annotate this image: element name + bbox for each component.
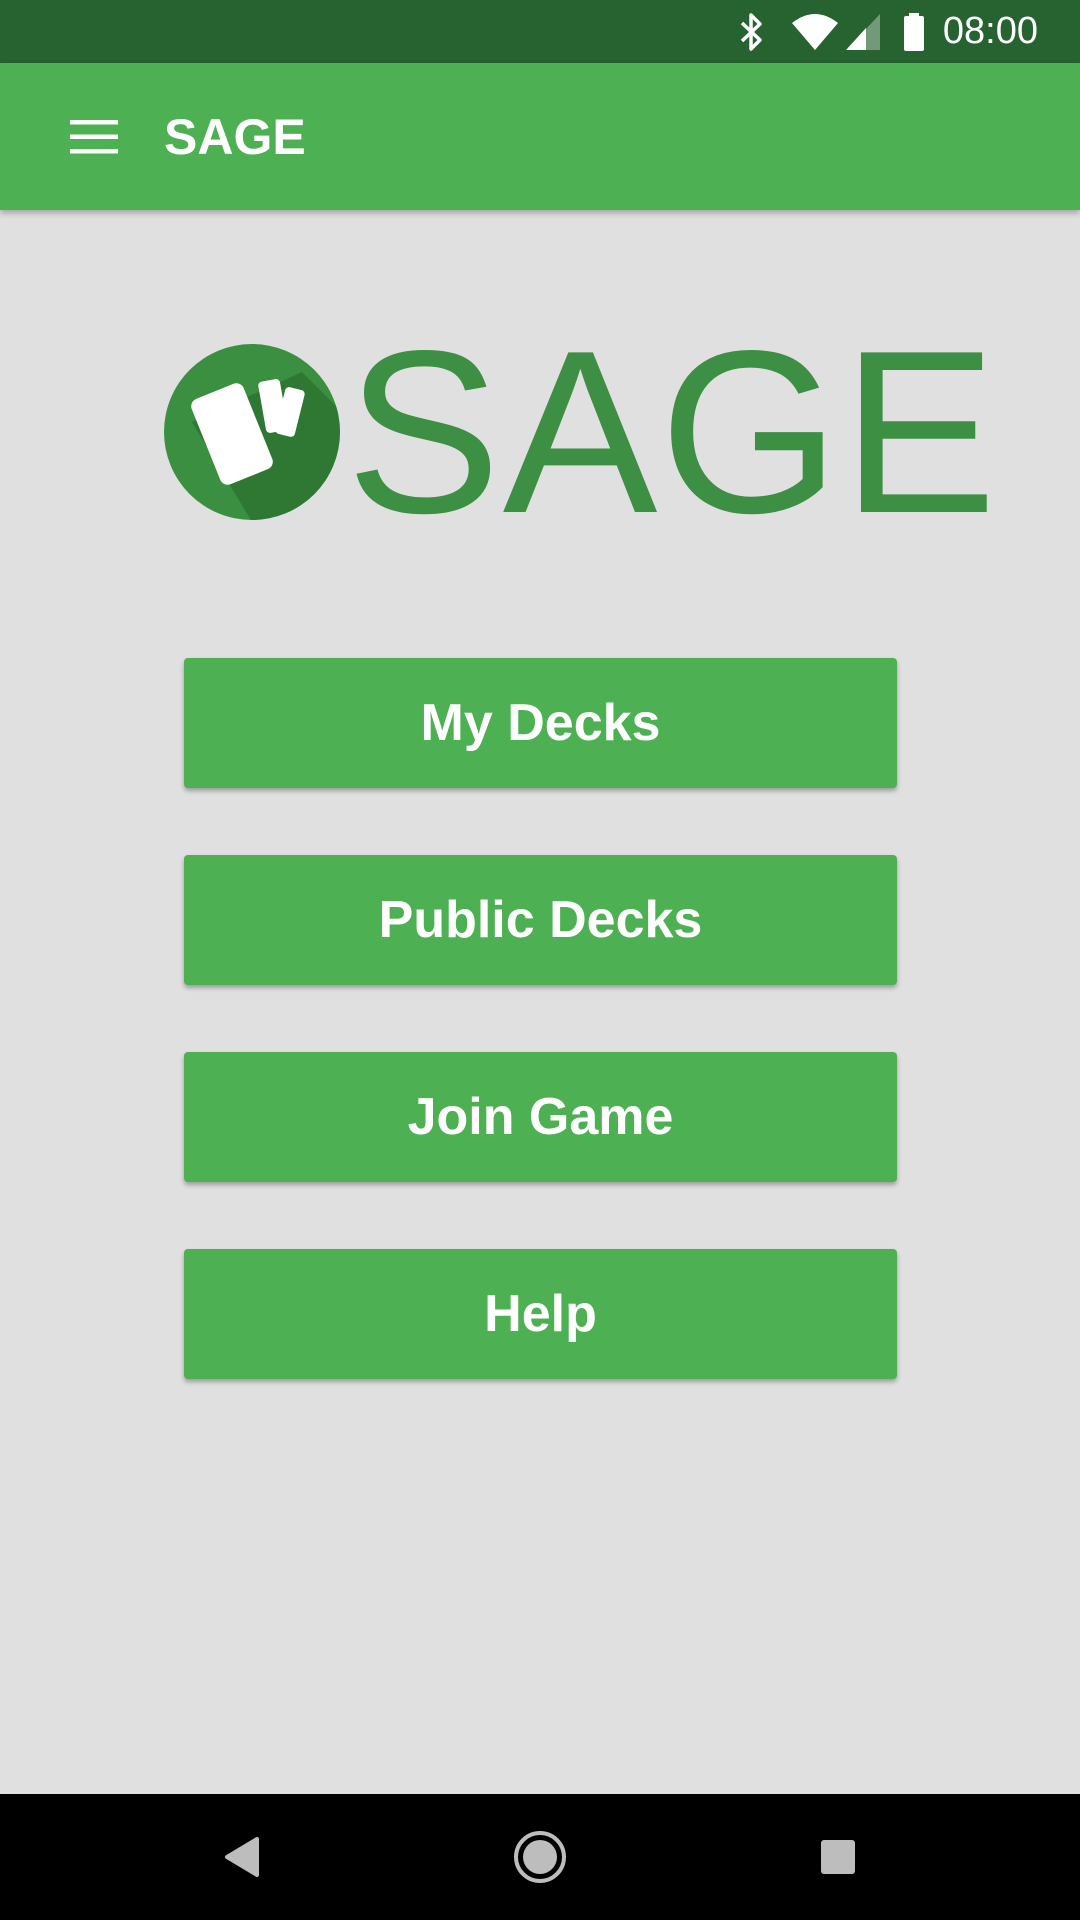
navigation-bar (0, 1794, 1080, 1920)
cell-signal-icon (845, 13, 881, 51)
bluetooth-icon (739, 12, 763, 52)
back-icon[interactable] (206, 1824, 276, 1890)
logo-text: SAGE (346, 303, 999, 562)
status-icons: 08:00 (739, 0, 1080, 63)
cards-logo-icon (164, 344, 340, 520)
hamburger-menu-icon[interactable] (60, 107, 128, 167)
battery-icon (903, 12, 925, 52)
app-bar: SAGE (0, 63, 1080, 210)
main-content: SAGE My Decks Public Decks Join Game Hel… (0, 210, 1080, 1794)
help-button[interactable]: Help (184, 1249, 897, 1379)
public-decks-button[interactable]: Public Decks (184, 855, 897, 985)
my-decks-button[interactable]: My Decks (184, 658, 897, 788)
status-bar: 08:00 (0, 0, 1080, 63)
status-time: 08:00 (942, 10, 1038, 52)
home-icon[interactable] (505, 1824, 575, 1890)
app-title: SAGE (164, 109, 306, 165)
wifi-icon (791, 13, 839, 51)
recents-icon[interactable] (803, 1824, 873, 1890)
sage-logo: SAGE (160, 317, 997, 549)
join-game-button[interactable]: Join Game (184, 1052, 897, 1182)
